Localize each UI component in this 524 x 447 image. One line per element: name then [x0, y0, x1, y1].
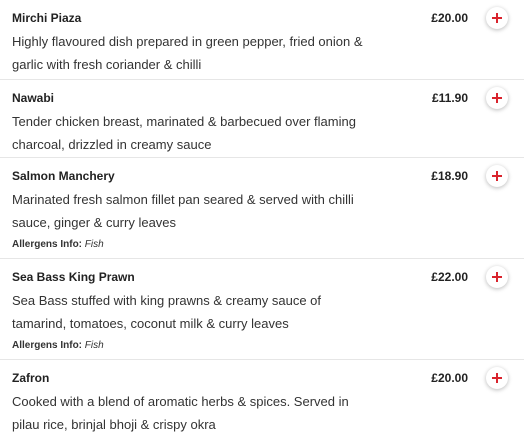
add-to-basket-button[interactable]	[486, 367, 508, 389]
plus-icon	[492, 272, 502, 282]
plus-icon	[492, 373, 502, 383]
item-description: Marinated fresh salmon fillet pan seared…	[12, 192, 354, 230]
menu-item: Mirchi Piaza Highly flavoured dish prepa…	[0, 0, 524, 80]
allergens-label: Allergens Info:	[12, 239, 83, 250]
allergens-value: Fish	[84, 239, 104, 250]
allergens-value: Fish	[84, 340, 104, 351]
add-to-basket-button[interactable]	[486, 165, 508, 187]
plus-icon	[492, 13, 502, 23]
menu-item: Nawabi Tender chicken breast, marinated …	[0, 80, 524, 158]
item-price: £22.00	[431, 270, 468, 284]
item-allergens: Allergens Info: Fish	[12, 238, 524, 252]
item-description: Tender chicken breast, marinated & barbe…	[12, 114, 356, 152]
item-description: Highly flavoured dish prepared in green …	[12, 34, 363, 72]
allergens-label: Allergens Info:	[12, 340, 83, 351]
menu-item: Sea Bass King Prawn Sea Bass stuffed wit…	[0, 259, 524, 360]
item-price: £11.90	[431, 91, 468, 105]
plus-icon	[492, 171, 502, 181]
item-price: £18.90	[431, 169, 468, 183]
menu-list: Mirchi Piaza Highly flavoured dish prepa…	[0, 0, 524, 447]
item-description: Sea Bass stuffed with king prawns & crea…	[12, 293, 322, 331]
add-to-basket-button[interactable]	[486, 266, 508, 288]
add-to-basket-button[interactable]	[486, 87, 508, 109]
item-price: £20.00	[431, 371, 468, 385]
menu-item: Salmon Manchery Marinated fresh salmon f…	[0, 158, 524, 259]
item-allergens: Allergens Info: Fish	[12, 339, 524, 353]
add-to-basket-button[interactable]	[486, 7, 508, 29]
item-price: £20.00	[431, 11, 468, 25]
menu-item: Zafron Cooked with a blend of aromatic h…	[0, 360, 524, 447]
item-description: Cooked with a blend of aromatic herbs & …	[12, 394, 349, 432]
plus-icon	[492, 93, 502, 103]
